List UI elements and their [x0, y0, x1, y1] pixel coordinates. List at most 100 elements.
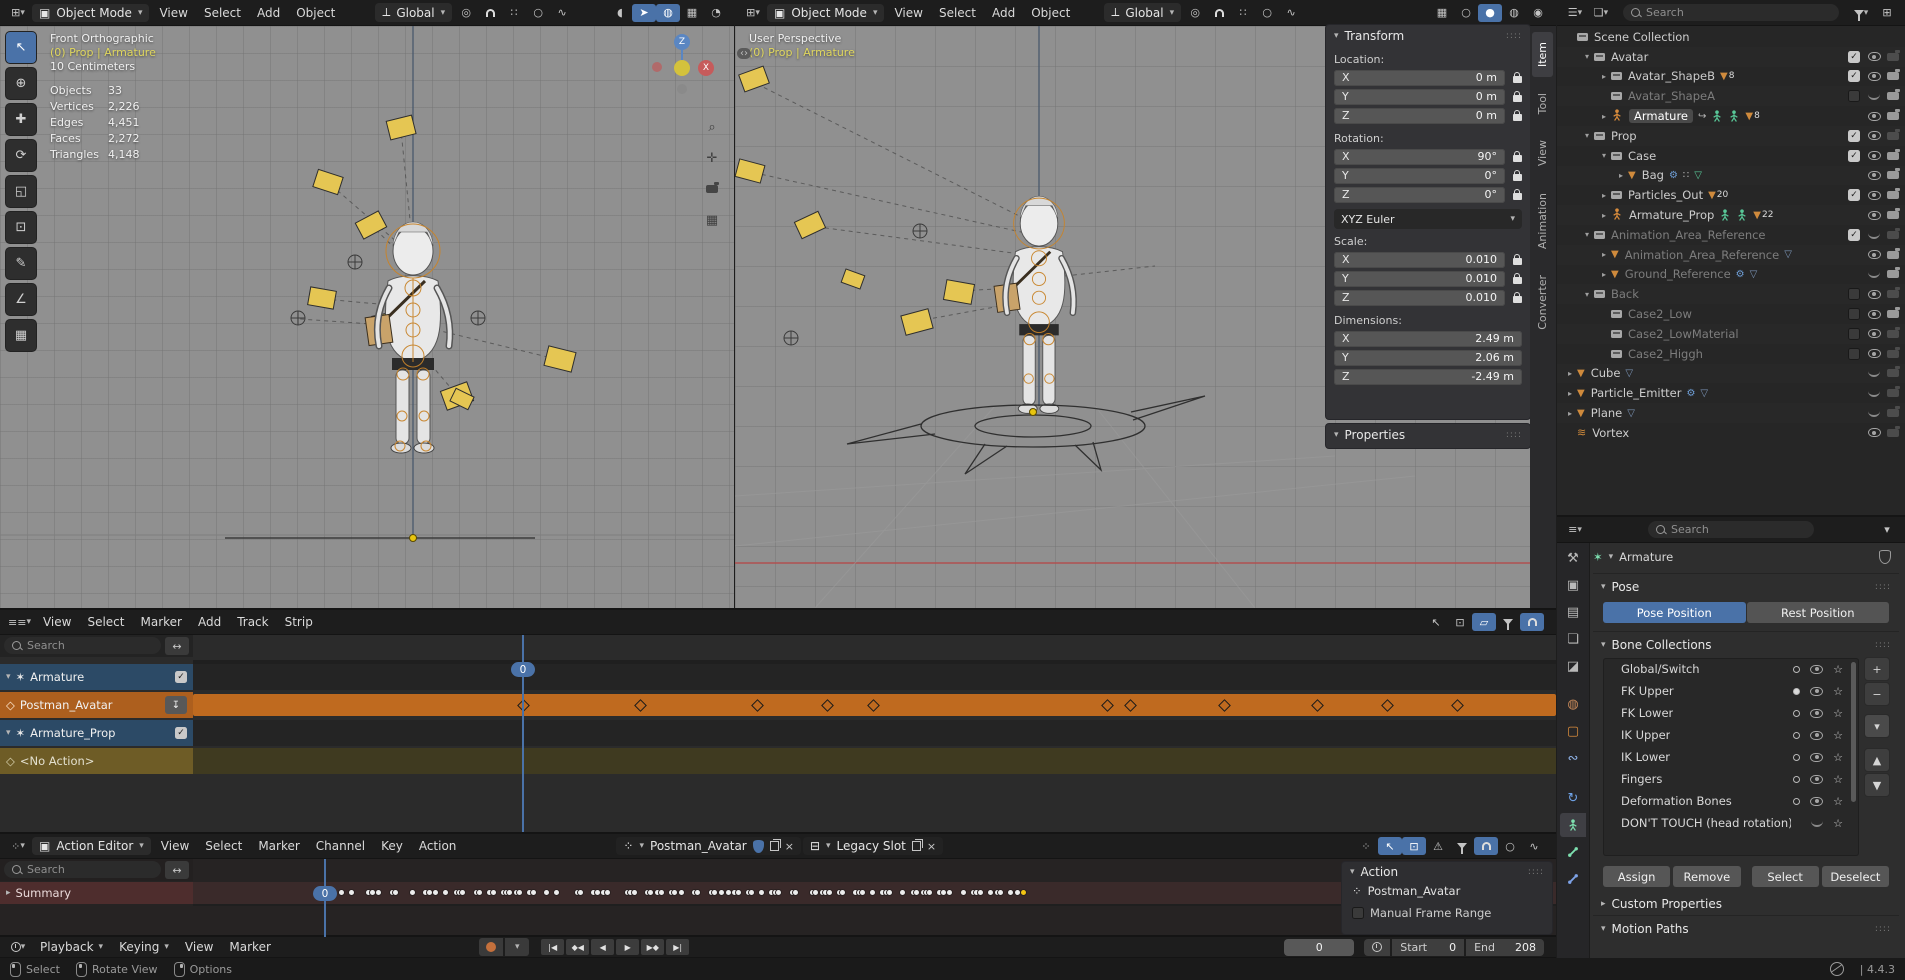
toggle-render-camera-icon[interactable]: [1886, 211, 1900, 219]
keyframe-dot[interactable]: [554, 890, 559, 895]
keyframe-dot[interactable]: [947, 890, 952, 895]
menu-key[interactable]: Key: [373, 837, 411, 855]
zoom-icon[interactable]: ⌕: [700, 118, 724, 136]
rotate-tool[interactable]: ⟳: [6, 140, 36, 171]
tab-world-icon[interactable]: ◍: [1560, 692, 1586, 716]
xray-icon[interactable]: ▦: [1430, 4, 1454, 22]
properties-search-input[interactable]: Search: [1648, 521, 1814, 538]
mode-dropdown[interactable]: ▣Object Mode▾: [767, 4, 884, 22]
menu-select[interactable]: Select: [197, 837, 250, 855]
menu-view[interactable]: View: [151, 4, 195, 22]
editor-type-icon[interactable]: ⁘▾: [6, 837, 30, 855]
annotate-tool[interactable]: ✎: [6, 248, 36, 279]
tab-object-data-icon[interactable]: [1560, 813, 1586, 837]
menu-strip[interactable]: Strip: [277, 613, 321, 631]
menu-action[interactable]: Action: [411, 837, 465, 855]
auto-keying-record-icon[interactable]: [479, 938, 503, 956]
scale-tool[interactable]: ◱: [6, 176, 36, 207]
shading-material-icon[interactable]: ◍: [1502, 4, 1526, 22]
menu-playback[interactable]: Playback▾: [32, 938, 111, 956]
favorite-star-icon[interactable]: ☆: [1833, 795, 1843, 808]
toggle-hide-eye-icon[interactable]: [1867, 329, 1881, 338]
overlays-icon[interactable]: ◍: [656, 4, 680, 22]
tab-physics-icon[interactable]: ↻: [1560, 786, 1586, 810]
favorite-star-icon[interactable]: ☆: [1833, 817, 1843, 830]
auto-keying-options-icon[interactable]: ▾: [505, 938, 529, 956]
sidebar-tab-item[interactable]: Item: [1532, 32, 1553, 77]
toggle-hide-eye-icon[interactable]: [1867, 349, 1881, 358]
panel-grip[interactable]: ::::: [1528, 867, 1544, 877]
play-button[interactable]: ▶: [616, 939, 639, 955]
keyframe-dot[interactable]: [393, 890, 398, 895]
menu-view[interactable]: View: [35, 613, 79, 631]
expander-icon[interactable]: ▾: [1580, 290, 1594, 299]
keyframe-dot[interactable]: [427, 890, 432, 895]
unlink-icon[interactable]: ×: [785, 840, 794, 853]
menu-select[interactable]: Select: [79, 613, 132, 631]
outliner-row-case2-low[interactable]: Case2_Low: [1557, 304, 1905, 324]
filter-funnel-icon[interactable]: [1450, 837, 1474, 855]
editor-type-icon[interactable]: ≡≡▾: [6, 613, 33, 631]
editor-mode-dropdown[interactable]: ▣Action Editor▾: [32, 837, 151, 855]
toolbar-collapse-arrow-icon[interactable]: ‹›: [737, 48, 751, 59]
move-down-button[interactable]: ▼: [1865, 774, 1889, 796]
menu-marker[interactable]: Marker: [132, 613, 189, 631]
keyframe-dot[interactable]: [827, 890, 832, 895]
toggle-checkbox[interactable]: ✓: [1847, 189, 1861, 201]
expand-icon[interactable]: ▸: [6, 888, 11, 898]
toggle-checkbox[interactable]: ✓: [1847, 229, 1861, 241]
track-mute-checkbox[interactable]: ✓: [175, 727, 187, 739]
keyframe-dot[interactable]: [927, 890, 932, 895]
copy-icon[interactable]: [770, 841, 779, 851]
keyframe-dot[interactable]: [477, 890, 482, 895]
keyframe-dot[interactable]: [887, 890, 892, 895]
outliner-row-bag[interactable]: ▸▼Bag⚙∷▽: [1557, 166, 1905, 186]
current-frame-badge[interactable]: 0: [511, 662, 535, 677]
lock-icon[interactable]: [1513, 76, 1522, 83]
lock-icon[interactable]: [1513, 95, 1522, 102]
menu-select[interactable]: Select: [931, 4, 984, 22]
toggle-render-camera-icon[interactable]: [1886, 330, 1900, 338]
falloff-curve-icon[interactable]: ∿: [1522, 837, 1546, 855]
gizmo-minus-z-ball[interactable]: [677, 84, 687, 94]
editor-type-icon[interactable]: ⊞▾: [6, 4, 30, 22]
nla-action-strip[interactable]: [193, 694, 1556, 716]
nla-keyframe[interactable]: [1311, 699, 1324, 712]
play-reverse-button[interactable]: ◀: [591, 939, 614, 955]
bone-collection-row-fk-lower[interactable]: FK Lower☆: [1603, 702, 1859, 724]
nla-track-armature-prop[interactable]: ▾✶Armature_Prop✓: [0, 720, 1556, 746]
pushdown-action-icon[interactable]: ↧: [165, 696, 187, 714]
outliner-row-armature[interactable]: ▸Armature↪▼8: [1557, 106, 1905, 126]
visibility-eye-icon[interactable]: [1810, 797, 1823, 806]
keyframe-dot[interactable]: [443, 890, 448, 895]
outliner-row-prop[interactable]: ▾Prop✓: [1557, 126, 1905, 146]
keyframe-dot[interactable]: [998, 890, 1003, 895]
snap-magnet-icon[interactable]: [1520, 613, 1544, 631]
lock-icon[interactable]: [1513, 296, 1522, 303]
nla-keyframe[interactable]: [1101, 699, 1114, 712]
transform-field-z[interactable]: Z0 m: [1334, 108, 1505, 124]
toggle-checkbox[interactable]: ✓: [1847, 150, 1861, 162]
keyframe-dot[interactable]: [870, 890, 875, 895]
toggle-render-camera-icon[interactable]: [1886, 429, 1900, 437]
keyframe-dot[interactable]: [1015, 890, 1020, 895]
snap-with-icon[interactable]: ∷: [1231, 4, 1255, 22]
editor-type-icon[interactable]: ☰▾: [1563, 4, 1587, 22]
transform-field-y[interactable]: Y0 m: [1334, 89, 1505, 105]
bone-collection-row-don-t-touch-head-rotation-[interactable]: DON'T TOUCH (head rotation)☆: [1603, 812, 1859, 834]
keyframe-dot[interactable]: [860, 890, 865, 895]
current-frame-badge[interactable]: 0: [313, 886, 337, 901]
favorite-star-icon[interactable]: ☆: [1833, 707, 1843, 720]
collapse-icon[interactable]: ▾: [1350, 867, 1355, 877]
sidebar-tab-converter[interactable]: Converter: [1532, 265, 1553, 340]
menu-add[interactable]: Add: [984, 4, 1023, 22]
proportional-editing-icon[interactable]: ○: [1255, 4, 1279, 22]
keyframe-dot[interactable]: [595, 890, 600, 895]
bone-collection-row-fk-upper[interactable]: FK Upper☆: [1603, 680, 1859, 702]
toggle-render-camera-icon[interactable]: [1886, 389, 1900, 397]
transform-field-y[interactable]: Y0°: [1334, 168, 1505, 184]
keyframe-dot[interactable]: [531, 890, 536, 895]
frame-start-field[interactable]: Start0: [1392, 939, 1464, 956]
fake-user-shield-icon[interactable]: [753, 840, 764, 853]
toggle-checkbox[interactable]: [1847, 328, 1861, 340]
